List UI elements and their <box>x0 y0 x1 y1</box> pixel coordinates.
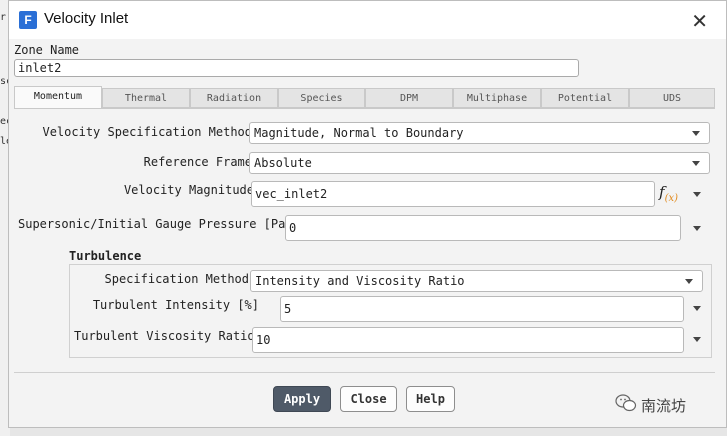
close-button[interactable]: Close <box>340 386 397 412</box>
turbulent-viscosity-label: Turbulent Viscosity Ratio <box>74 329 255 343</box>
turbulence-spec-value: Intensity and Viscosity Ratio <box>255 274 465 288</box>
velocity-spec-value: Magnitude, Normal to Boundary <box>254 126 464 140</box>
reference-frame-label: Reference Frame <box>143 155 252 169</box>
wechat-icon <box>615 394 637 412</box>
turbulent-intensity-label: Turbulent Intensity [%] <box>92 298 259 312</box>
chevron-down-icon <box>685 279 693 284</box>
tab-thermal[interactable]: Thermal <box>102 88 190 108</box>
turbulence-heading: Turbulence <box>69 249 142 263</box>
fluent-app-icon: F <box>19 11 37 29</box>
reference-frame-dropdown[interactable]: Absolute <box>249 152 710 174</box>
momentum-panel: Velocity Specification Method Magnitude,… <box>14 108 715 371</box>
tab-dpm[interactable]: DPM <box>365 88 453 108</box>
chevron-down-icon[interactable] <box>693 337 701 342</box>
expression-fx-icon[interactable]: f(x) <box>659 183 678 204</box>
watermark-text: 南流坊 <box>641 397 687 415</box>
tab-radiation[interactable]: Radiation <box>190 88 278 108</box>
reference-frame-value: Absolute <box>254 156 312 170</box>
tab-bar: Momentum Thermal Radiation Species DPM M… <box>14 86 715 109</box>
chevron-down-icon <box>692 161 700 166</box>
velocity-magnitude-label: Velocity Magnitude <box>123 183 254 197</box>
tab-species[interactable]: Species <box>278 88 365 108</box>
velocity-inlet-dialog: F Velocity Inlet ✕ Zone Name inlet2 Mome… <box>8 0 727 428</box>
dialog-title: Velocity Inlet <box>44 10 129 27</box>
velocity-magnitude-field[interactable]: vec_inlet2 <box>251 181 655 207</box>
velocity-spec-label: Velocity Specification Method <box>42 125 252 139</box>
divider <box>14 372 715 373</box>
chevron-down-icon[interactable] <box>693 192 701 197</box>
chevron-down-icon <box>692 131 700 136</box>
close-icon[interactable]: ✕ <box>691 9 708 34</box>
apply-button[interactable]: Apply <box>273 386 331 412</box>
turbulent-viscosity-field[interactable]: 10 <box>252 327 684 353</box>
tab-uds[interactable]: UDS <box>629 88 715 108</box>
chevron-down-icon[interactable] <box>693 306 701 311</box>
velocity-spec-dropdown[interactable]: Magnitude, Normal to Boundary <box>249 122 710 144</box>
tab-multiphase[interactable]: Multiphase <box>453 88 541 108</box>
tab-momentum[interactable]: Momentum <box>14 86 102 109</box>
title-bar[interactable]: F Velocity Inlet ✕ <box>9 1 726 39</box>
turbulence-spec-dropdown[interactable]: Intensity and Viscosity Ratio <box>250 270 703 292</box>
tab-potential[interactable]: Potential <box>541 88 629 108</box>
background-text: r <box>0 12 7 23</box>
gauge-pressure-field[interactable]: 0 <box>285 215 681 241</box>
chevron-down-icon[interactable] <box>693 226 701 231</box>
zone-name-label: Zone Name <box>14 43 80 57</box>
turbulence-spec-label: Specification Method <box>104 272 250 286</box>
turbulent-intensity-field[interactable]: 5 <box>280 296 684 322</box>
help-button[interactable]: Help <box>406 386 455 412</box>
turbulence-group: Specification Method Intensity and Visco… <box>69 264 712 358</box>
zone-name-field[interactable]: inlet2 <box>14 59 579 77</box>
gauge-pressure-label: Supersonic/Initial Gauge Pressure [Pa] <box>18 217 293 231</box>
